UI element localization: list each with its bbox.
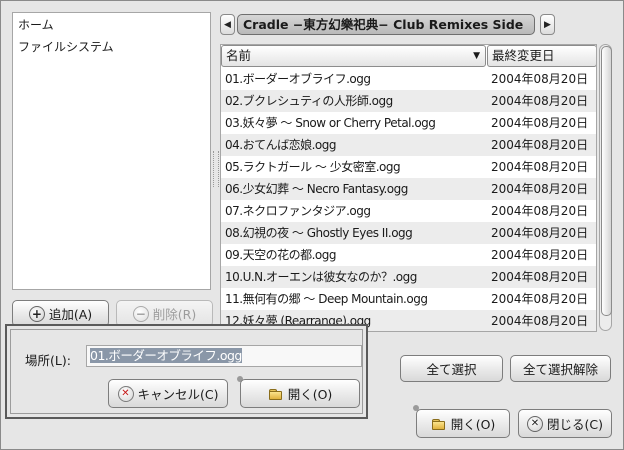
file-row[interactable]: 06.少女幻葬 〜 Necro Fantasy.ogg 2004年08月20日 xyxy=(221,178,596,200)
minus-icon: − xyxy=(132,305,149,322)
file-modified: 2004年08月20日 xyxy=(491,72,589,86)
file-modified: 2004年08月20日 xyxy=(491,270,589,284)
path-back-button[interactable]: ◀ xyxy=(220,14,235,35)
file-name: 11.無何有の郷 〜 Deep Mountain.ogg xyxy=(225,292,428,306)
file-name: 02.ブクレシュティの人形師.ogg xyxy=(225,94,393,108)
folder-open-icon xyxy=(431,416,447,432)
file-chooser-dialog: ホーム ファイルシステム + 追加(A) − 削除(R) ◀ Cradle −東… xyxy=(0,0,624,450)
file-name: 06.少女幻葬 〜 Necro Fantasy.ogg xyxy=(225,182,408,196)
column-header-modified-label: 最終変更日 xyxy=(492,48,555,63)
open-button[interactable]: 開く(O) xyxy=(416,409,510,438)
deselect-all-button[interactable]: 全て選択解除 xyxy=(510,355,611,382)
file-row[interactable]: 09.天空の花の都.ogg 2004年08月20日 xyxy=(221,244,596,266)
cancel-icon: ✕ xyxy=(117,385,134,402)
close-button[interactable]: ✕ 閉じる(C) xyxy=(518,409,612,438)
places-list: ホーム ファイルシステム xyxy=(12,12,211,290)
location-input-selected-text: 01.ボーダーオブライフ.ogg xyxy=(90,348,242,363)
file-row[interactable]: 08.幻視の夜 〜 Ghostly Eyes II.ogg 2004年08月20日 xyxy=(221,222,596,244)
file-name: 05.ラクトガール 〜 少女密室.ogg xyxy=(225,160,401,174)
path-segment-current[interactable]: Cradle −東方幻樂祀典− Club Remixes Side xyxy=(237,14,535,35)
popup-open-label: 開く(O) xyxy=(287,387,333,402)
popup-cancel-label: キャンセル(C) xyxy=(137,387,219,402)
remove-bookmark-button[interactable]: − 削除(R) xyxy=(116,300,213,327)
location-label: 場所(L): xyxy=(25,353,71,368)
file-name: 07.ネクロファンタジア.ogg xyxy=(225,204,371,218)
file-modified: 2004年08月20日 xyxy=(491,292,589,306)
file-row[interactable]: 03.妖々夢 〜 Snow or Cherry Petal.ogg 2004年08… xyxy=(221,112,596,134)
file-name: 01.ボーダーオブライフ.ogg xyxy=(225,72,371,86)
file-modified: 2004年08月20日 xyxy=(491,182,589,196)
plus-icon: + xyxy=(28,305,45,322)
file-row[interactable]: 02.ブクレシュティの人形師.ogg 2004年08月20日 xyxy=(221,90,596,112)
file-name: 04.おてんば恋娘.ogg xyxy=(225,138,336,152)
file-modified: 2004年08月20日 xyxy=(491,138,589,152)
open-button-label: 開く(O) xyxy=(450,417,496,432)
file-list-scrollbar[interactable] xyxy=(599,44,612,331)
file-modified: 2004年08月20日 xyxy=(491,160,589,174)
file-row[interactable]: 01.ボーダーオブライフ.ogg 2004年08月20日 xyxy=(221,68,596,90)
close-button-label: 閉じる(C) xyxy=(547,417,603,432)
sort-descending-icon: ▼ xyxy=(473,51,480,61)
folder-open-icon xyxy=(268,386,284,402)
select-all-button[interactable]: 全て選択 xyxy=(400,355,503,382)
column-header-modified[interactable]: 最終変更日 xyxy=(487,45,596,67)
left-arrow-icon: ◀ xyxy=(224,19,231,30)
column-header-name-label: 名前 xyxy=(226,48,252,63)
file-row[interactable]: 04.おてんば恋娘.ogg 2004年08月20日 xyxy=(221,134,596,156)
file-row[interactable]: 07.ネクロファンタジア.ogg 2004年08月20日 xyxy=(221,200,596,222)
place-item-home[interactable]: ホーム xyxy=(18,15,54,35)
pane-resize-handle[interactable] xyxy=(213,151,219,187)
location-input[interactable]: 01.ボーダーオブライフ.ogg xyxy=(86,345,362,367)
file-modified: 2004年08月20日 xyxy=(491,116,589,130)
file-modified: 2004年08月20日 xyxy=(491,94,589,108)
place-item-filesystem[interactable]: ファイルシステム xyxy=(18,37,114,57)
column-header-name[interactable]: 名前 ▼ xyxy=(221,45,486,67)
popup-cancel-button[interactable]: ✕ キャンセル(C) xyxy=(108,379,228,408)
file-modified: 2004年08月20日 xyxy=(491,226,589,240)
add-bookmark-button[interactable]: + 追加(A) xyxy=(12,300,109,327)
add-bookmark-label: 追加(A) xyxy=(48,307,93,322)
path-forward-button[interactable]: ▶ xyxy=(540,14,555,35)
file-list: 名前 ▼ 最終変更日 01.ボーダーオブライフ.ogg 2004年08月20日 0… xyxy=(220,44,597,332)
file-name: 09.天空の花の都.ogg xyxy=(225,248,336,262)
remove-bookmark-label: 削除(R) xyxy=(152,307,197,322)
popup-open-button[interactable]: 開く(O) xyxy=(240,379,360,408)
location-popup: 場所(L): 01.ボーダーオブライフ.ogg ✕ キャンセル(C) 開く(O) xyxy=(5,324,368,419)
file-row[interactable]: 05.ラクトガール 〜 少女密室.ogg 2004年08月20日 xyxy=(221,156,596,178)
scrollbar-thumb[interactable] xyxy=(601,46,612,316)
file-row[interactable]: 11.無何有の郷 〜 Deep Mountain.ogg 2004年08月20日 xyxy=(221,288,596,310)
file-modified: 2004年08月20日 xyxy=(491,248,589,262)
file-row[interactable]: 10.U.N.オーエンは彼女なのか？.ogg 2004年08月20日 xyxy=(221,266,596,288)
file-name: 03.妖々夢 〜 Snow or Cherry Petal.ogg xyxy=(225,116,436,130)
file-name: 10.U.N.オーエンは彼女なのか？.ogg xyxy=(225,270,417,284)
right-arrow-icon: ▶ xyxy=(544,19,551,30)
file-name: 08.幻視の夜 〜 Ghostly Eyes II.ogg xyxy=(225,226,413,240)
file-modified: 2004年08月20日 xyxy=(491,204,589,218)
close-icon: ✕ xyxy=(527,415,543,432)
file-modified: 2004年08月20日 xyxy=(491,314,589,328)
location-popup-inner: 場所(L): 01.ボーダーオブライフ.ogg ✕ キャンセル(C) 開く(O) xyxy=(10,329,363,414)
